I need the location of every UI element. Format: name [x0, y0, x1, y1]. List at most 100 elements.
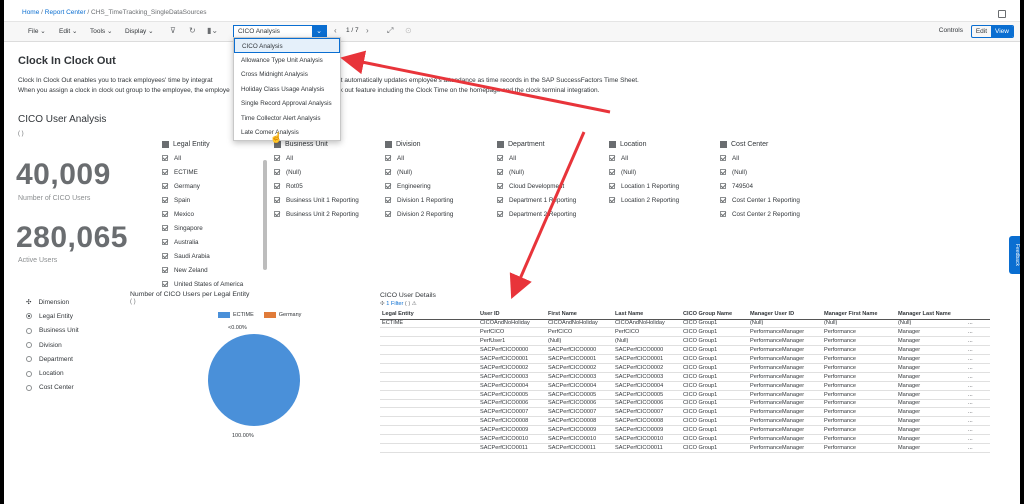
- filter-option[interactable]: Department 1 Reporting: [497, 193, 576, 207]
- filter-option[interactable]: (Null): [497, 165, 576, 179]
- dimension-option[interactable]: Department: [26, 352, 79, 366]
- filter-option[interactable]: New Zeland: [162, 263, 243, 277]
- table-row[interactable]: SACPerfCICO0009 SACPerfCICO0009 SACPerfCIC…: [380, 425, 990, 436]
- legend-item[interactable]: ECTIME: [218, 312, 254, 318]
- table-row[interactable]: SACPerfCICO0006 SACPerfCICO0006 SACPerfCIC…: [380, 399, 990, 409]
- filter-option[interactable]: (Null): [385, 165, 453, 179]
- radio-button[interactable]: [26, 342, 32, 349]
- column-header[interactable]: Manager Last Name: [896, 310, 966, 320]
- checkbox[interactable]: [162, 183, 168, 189]
- story-option[interactable]: Allowance Type Unit Analysis: [234, 53, 340, 68]
- column-header[interactable]: CICO Group Name: [681, 310, 748, 320]
- column-header[interactable]: Manager User ID: [748, 310, 822, 320]
- checkbox[interactable]: [385, 155, 391, 161]
- next-page-icon[interactable]: ›: [366, 26, 369, 35]
- edit-menu[interactable]: Edit ⌄: [59, 27, 77, 35]
- view-mode-button[interactable]: View: [991, 26, 1013, 37]
- feedback-tab[interactable]: Feedback: [1009, 236, 1020, 274]
- checkbox[interactable]: [720, 155, 726, 161]
- checkbox[interactable]: [720, 169, 726, 175]
- story-option[interactable]: Time Collector Alert Analysis: [234, 111, 340, 126]
- filter-option[interactable]: (Null): [720, 165, 800, 179]
- tools-menu[interactable]: Tools ⌄: [90, 27, 112, 35]
- filter-option[interactable]: Saudi Arabia: [162, 249, 243, 263]
- dimension-option[interactable]: Legal Entity: [26, 309, 79, 323]
- filter-option[interactable]: Australia: [162, 235, 243, 249]
- radio-button[interactable]: [26, 356, 32, 363]
- filter-option[interactable]: 749504: [720, 179, 800, 193]
- checkbox[interactable]: [162, 253, 168, 259]
- dimension-option[interactable]: Division: [26, 338, 79, 352]
- file-menu[interactable]: File ⌄: [28, 27, 46, 35]
- filter-option[interactable]: United States of America: [162, 277, 243, 291]
- table-filter-token[interactable]: 1 Filter: [386, 301, 403, 307]
- column-header[interactable]: Last Name: [613, 310, 681, 320]
- filter-option[interactable]: Cost Center 1 Reporting: [720, 193, 800, 207]
- pie-chart[interactable]: [204, 330, 304, 430]
- filter-option[interactable]: Singapore: [162, 221, 243, 235]
- breadcrumb-report-center[interactable]: Report Center: [45, 9, 86, 16]
- filter-option[interactable]: (Null): [274, 165, 359, 179]
- checkbox[interactable]: [274, 211, 280, 217]
- filter-option[interactable]: All: [720, 151, 800, 165]
- legend-item[interactable]: Germany: [263, 312, 301, 318]
- bookmark-icon[interactable]: ▮⌄: [207, 26, 218, 35]
- column-header[interactable]: [966, 310, 990, 320]
- column-header[interactable]: Legal Entity: [380, 310, 478, 320]
- check-icon[interactable]: ⊙: [405, 26, 412, 35]
- filter-option[interactable]: Division 1 Reporting: [385, 193, 453, 207]
- checkbox[interactable]: [385, 169, 391, 175]
- checkbox[interactable]: [162, 197, 168, 203]
- radio-button[interactable]: [26, 384, 32, 391]
- filter-option[interactable]: All: [162, 151, 243, 165]
- table-row[interactable]: PerfUser1 (Null) (Null) CICO Group1 Performa…: [380, 336, 990, 347]
- table-row[interactable]: SACPerfCICO0005 SACPerfCICO0005 SACPerfCIC…: [380, 390, 990, 400]
- filter-option[interactable]: Location 2 Reporting: [609, 193, 679, 207]
- table-row[interactable]: SACPerfCICO0000 SACPerfCICO0000 SACPerfCIC…: [380, 345, 990, 356]
- filter-option[interactable]: Germany: [162, 179, 243, 193]
- table-row[interactable]: SACPerfCICO0010 SACPerfCICO0010 SACPerfCIC…: [380, 434, 990, 444]
- checkbox[interactable]: [162, 267, 168, 273]
- filter-option[interactable]: (Null): [609, 165, 679, 179]
- checkbox[interactable]: [609, 197, 615, 203]
- checkbox[interactable]: [609, 169, 615, 175]
- filter-icon[interactable]: ⊽: [170, 26, 176, 35]
- checkbox[interactable]: [720, 211, 726, 217]
- filter-option[interactable]: Spain: [162, 193, 243, 207]
- table-row[interactable]: SACPerfCICO0007 SACPerfCICO0007 SACPerfCIC…: [380, 407, 990, 418]
- column-header[interactable]: First Name: [546, 310, 613, 320]
- filter-option[interactable]: Department 2 Reporting: [497, 207, 576, 221]
- checkbox[interactable]: [720, 197, 726, 203]
- chevron-down-icon[interactable]: ⌄: [312, 26, 326, 37]
- filter-option[interactable]: All: [497, 151, 576, 165]
- checkbox[interactable]: [385, 183, 391, 189]
- table-row[interactable]: ECTIME CICOAndNoHoliday CICOAndNoHoliday CI…: [380, 319, 990, 329]
- scrollbar[interactable]: [263, 160, 267, 270]
- refresh-icon[interactable]: ↻: [189, 26, 196, 35]
- expand-icon[interactable]: ⤢: [387, 26, 393, 36]
- filter-option[interactable]: Cloud Development: [497, 179, 576, 193]
- checkbox[interactable]: [274, 183, 280, 189]
- filter-option[interactable]: Rot05: [274, 179, 359, 193]
- checkbox[interactable]: [385, 211, 391, 217]
- filter-option[interactable]: Business Unit 2 Reporting: [274, 207, 359, 221]
- checkbox[interactable]: [497, 211, 503, 217]
- story-option[interactable]: Single Record Approval Analysis: [234, 96, 340, 111]
- breadcrumb-home[interactable]: Home: [22, 9, 39, 16]
- checkbox[interactable]: [162, 169, 168, 175]
- story-option[interactable]: CICO Analysis: [234, 38, 340, 53]
- checkbox[interactable]: [609, 183, 615, 189]
- table-row[interactable]: SACPerfCICO0001 SACPerfCICO0001 SACPerfCIC…: [380, 354, 990, 364]
- checkbox[interactable]: [720, 183, 726, 189]
- previous-page-icon[interactable]: ‹: [334, 26, 337, 35]
- column-header[interactable]: User ID: [478, 310, 546, 320]
- controls-button[interactable]: Controls: [939, 27, 963, 34]
- table-row[interactable]: SACPerfCICO0002 SACPerfCICO0002 SACPerfCIC…: [380, 363, 990, 373]
- radio-button[interactable]: [26, 313, 32, 320]
- filter-option[interactable]: All: [385, 151, 453, 165]
- story-option[interactable]: Cross Midnight Analysis: [234, 67, 340, 82]
- filter-option[interactable]: All: [609, 151, 679, 165]
- table-row[interactable]: SACPerfCICO0004 SACPerfCICO0004 SACPerfCIC…: [380, 381, 990, 391]
- filter-option[interactable]: Business Unit 1 Reporting: [274, 193, 359, 207]
- display-menu[interactable]: Display ⌄: [125, 27, 154, 35]
